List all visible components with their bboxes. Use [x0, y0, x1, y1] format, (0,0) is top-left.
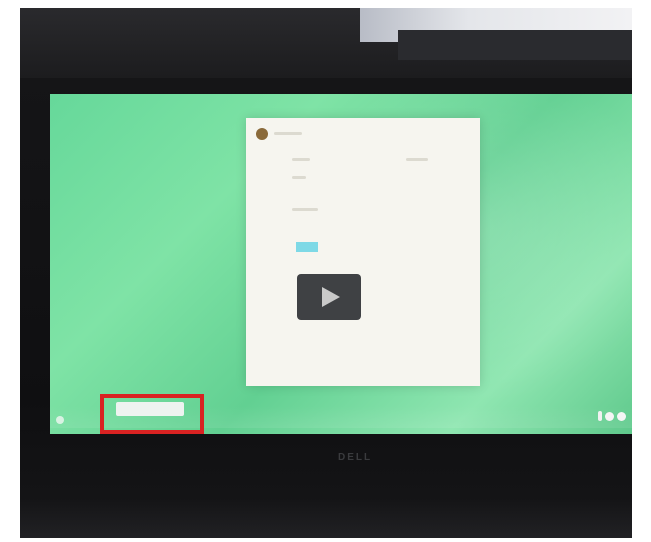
room-shelf	[398, 30, 632, 60]
highlight-annotation	[100, 394, 204, 434]
status-icon[interactable]	[605, 411, 614, 421]
card-text-line	[406, 158, 428, 161]
video-thumbnail-window[interactable]	[246, 118, 480, 386]
play-icon	[322, 287, 340, 307]
card-text-line	[292, 208, 318, 211]
tray-chip[interactable]	[598, 411, 602, 421]
launcher-icon[interactable]	[56, 416, 64, 424]
card-text-line	[292, 176, 306, 179]
system-tray[interactable]	[598, 410, 626, 422]
play-button[interactable]	[297, 274, 361, 320]
laptop-screen	[50, 94, 632, 434]
status-icon[interactable]	[617, 411, 626, 421]
avatar	[256, 128, 268, 140]
card-text-line	[292, 158, 310, 161]
photo-frame: DELL	[20, 8, 632, 538]
card-button[interactable]	[296, 242, 318, 252]
keyboard-edge	[20, 498, 632, 538]
card-title-line	[274, 132, 302, 135]
brand-logo: DELL	[338, 452, 373, 463]
